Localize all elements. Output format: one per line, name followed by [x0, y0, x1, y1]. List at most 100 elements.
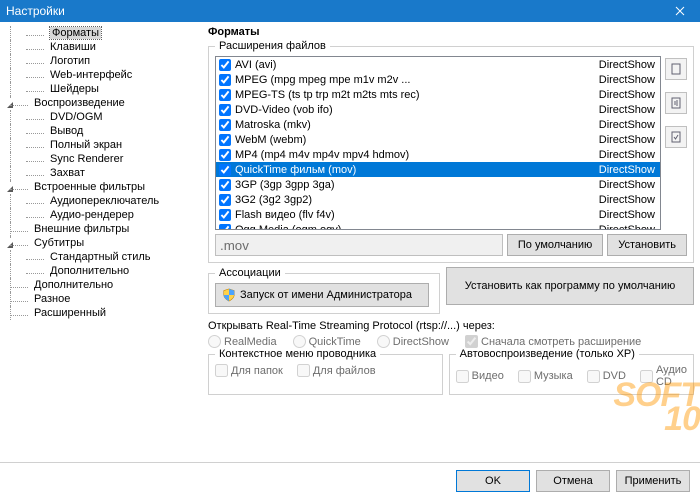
format-row[interactable]: MP4 (mp4 m4v mp4v mpv4 hdmov)DirectShow [216, 147, 660, 162]
side-icon-column [665, 56, 687, 230]
shield-icon [222, 288, 236, 302]
window-title: Настройки [6, 4, 65, 18]
format-engine: DirectShow [599, 104, 657, 116]
rtsp-realmedia[interactable]: RealMedia [208, 335, 277, 348]
format-row[interactable]: MPEG-TS (ts tp trp m2t m2ts mts rec)Dire… [216, 87, 660, 102]
sidebar-item-label: Аудио-рендерер [50, 209, 134, 221]
autoplay-dvd[interactable]: DVD [587, 370, 626, 383]
sidebar-item[interactable]: Дополнительно [0, 264, 199, 278]
set-default-program-button[interactable]: Установить как программу по умолчанию [446, 267, 694, 305]
format-row[interactable]: Ogg Media (ogm ogv)DirectShow [216, 222, 660, 230]
sidebar-item-label: Sync Renderer [50, 153, 123, 165]
rtsp-label: Открывать Real-Time Streaming Protocol (… [208, 320, 694, 332]
sidebar-item[interactable]: Форматы [0, 26, 199, 40]
side-btn-3[interactable] [665, 126, 687, 148]
format-engine: DirectShow [599, 89, 657, 101]
cancel-button[interactable]: Отмена [536, 470, 610, 492]
sidebar-item[interactable]: Субтитры [0, 236, 199, 250]
rtsp-check-ext[interactable]: Сначала смотреть расширение [465, 335, 641, 348]
footer: OK Отмена Применить [0, 462, 700, 498]
sidebar-item[interactable]: Шейдеры [0, 82, 199, 96]
sidebar-item[interactable]: Захват [0, 166, 199, 180]
format-name: Flash видео (flv f4v) [235, 209, 599, 221]
format-checkbox[interactable] [219, 179, 231, 191]
format-checkbox[interactable] [219, 194, 231, 206]
context-menu-group: Контекстное меню проводника Для папок Дл… [208, 348, 443, 395]
sidebar-item-label: Шейдеры [50, 83, 99, 95]
sidebar-item[interactable]: Sync Renderer [0, 152, 199, 166]
autoplay-music[interactable]: Музыка [518, 370, 573, 383]
side-btn-2[interactable] [665, 92, 687, 114]
sidebar-item[interactable]: Полный экран [0, 138, 199, 152]
format-checkbox[interactable] [219, 149, 231, 161]
sidebar-item-label: Расширенный [34, 307, 106, 319]
main-panel: Форматы Расширения файлов AVI (avi)Direc… [200, 22, 700, 462]
sidebar-item[interactable]: DVD/OGM [0, 110, 199, 124]
sidebar: ФорматыКлавишиЛоготипWeb-интерфейсШейдер… [0, 22, 200, 462]
ext-input[interactable] [215, 234, 503, 256]
rtsp-directshow[interactable]: DirectShow [377, 335, 449, 348]
format-engine: DirectShow [599, 164, 657, 176]
sidebar-item[interactable]: Аудио-рендерер [0, 208, 199, 222]
apply-button[interactable]: Применить [616, 470, 690, 492]
format-name: QuickTime фильм (mov) [235, 164, 599, 176]
format-checkbox[interactable] [219, 209, 231, 221]
ok-button[interactable]: OK [456, 470, 530, 492]
close-button[interactable] [660, 0, 700, 22]
sidebar-item-label: Захват [50, 167, 85, 179]
format-name: MPEG-TS (ts tp trp m2t m2ts mts rec) [235, 89, 599, 101]
format-checkbox[interactable] [219, 119, 231, 131]
sidebar-item[interactable]: Разное [0, 292, 199, 306]
format-engine: DirectShow [599, 74, 657, 86]
sidebar-item[interactable]: Клавиши [0, 40, 199, 54]
sidebar-item[interactable]: Стандартный стиль [0, 250, 199, 264]
rtsp-quicktime[interactable]: QuickTime [293, 335, 361, 348]
autoplay-cd[interactable]: Аудио CD [640, 364, 687, 388]
sidebar-item[interactable]: Внешние фильтры [0, 222, 199, 236]
run-as-admin-button[interactable]: Запуск от имени Администратора [215, 283, 429, 307]
format-row[interactable]: Matroska (mkv)DirectShow [216, 117, 660, 132]
format-checkbox[interactable] [219, 134, 231, 146]
format-row[interactable]: WebM (webm)DirectShow [216, 132, 660, 147]
format-list[interactable]: AVI (avi)DirectShowMPEG (mpg mpeg mpe m1… [215, 56, 661, 230]
format-row[interactable]: 3G2 (3g2 3gp2)DirectShow [216, 192, 660, 207]
page-icon [670, 63, 682, 75]
format-row[interactable]: MPEG (mpg mpeg mpe m1v m2v ...DirectShow [216, 72, 660, 87]
format-engine: DirectShow [599, 179, 657, 191]
format-row[interactable]: AVI (avi)DirectShow [216, 57, 660, 72]
check-icon [670, 131, 682, 143]
format-engine: DirectShow [599, 119, 657, 131]
sidebar-item[interactable]: Встроенные фильтры [0, 180, 199, 194]
sidebar-item[interactable]: Аудиопереключатель [0, 194, 199, 208]
default-button[interactable]: По умолчанию [507, 234, 603, 256]
format-checkbox[interactable] [219, 89, 231, 101]
sidebar-item[interactable]: Расширенный [0, 306, 199, 320]
side-btn-1[interactable] [665, 58, 687, 80]
format-checkbox[interactable] [219, 74, 231, 86]
set-button[interactable]: Установить [607, 234, 687, 256]
sidebar-item[interactable]: Воспроизведение [0, 96, 199, 110]
format-checkbox[interactable] [219, 164, 231, 176]
context-folders[interactable]: Для папок [215, 364, 283, 377]
sidebar-item-label: Дополнительно [50, 265, 129, 277]
format-checkbox[interactable] [219, 224, 231, 231]
autoplay-video[interactable]: Видео [456, 370, 504, 383]
context-files[interactable]: Для файлов [297, 364, 376, 377]
sidebar-item[interactable]: Вывод [0, 124, 199, 138]
format-engine: DirectShow [599, 194, 657, 206]
sidebar-item-label: Встроенные фильтры [34, 181, 145, 193]
format-row[interactable]: Flash видео (flv f4v)DirectShow [216, 207, 660, 222]
assoc-group: Ассоциации Запуск от имени Администратор… [208, 267, 440, 314]
format-checkbox[interactable] [219, 59, 231, 71]
sidebar-item-label: Разное [34, 293, 70, 305]
audio-icon [670, 97, 682, 109]
format-row[interactable]: DVD-Video (vob ifo)DirectShow [216, 102, 660, 117]
sidebar-item-label: Воспроизведение [34, 97, 125, 109]
format-checkbox[interactable] [219, 104, 231, 116]
file-ext-group: Расширения файлов AVI (avi)DirectShowMPE… [208, 40, 694, 263]
sidebar-item[interactable]: Логотип [0, 54, 199, 68]
sidebar-item[interactable]: Дополнительно [0, 278, 199, 292]
format-row[interactable]: 3GP (3gp 3gpp 3ga)DirectShow [216, 177, 660, 192]
format-row[interactable]: QuickTime фильм (mov)DirectShow [216, 162, 660, 177]
sidebar-item[interactable]: Web-интерфейс [0, 68, 199, 82]
